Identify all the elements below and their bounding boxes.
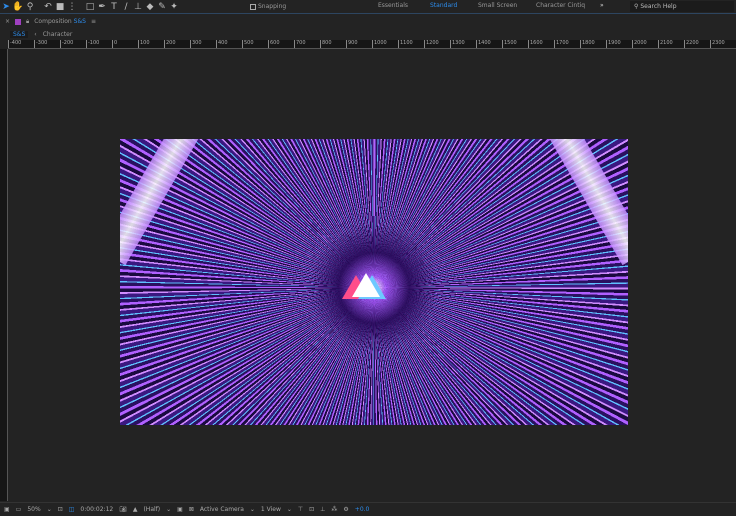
light-beam-left	[120, 139, 211, 266]
workspace-essentials[interactable]: Essentials	[378, 2, 408, 9]
fast-previews-icon[interactable]: ⊡	[309, 506, 314, 513]
ruler-tick-label: 1100	[398, 40, 413, 48]
show-channel-icon[interactable]: ▲	[133, 506, 138, 513]
camera-select[interactable]: Active Camera	[200, 506, 244, 513]
workspace-character-cintiq[interactable]: Character Cintiq	[536, 2, 585, 9]
ruler-tick-label: 900	[346, 40, 358, 48]
pan-behind-tool-icon[interactable]: ⋮	[66, 1, 78, 13]
tools-panel: ➤ ✋ ⚲ ↶ ■ ⋮ □ ✒ T / ⊥ ◆ ✎ ✦ Snapping Ess…	[0, 0, 736, 14]
zoom-tool-icon[interactable]: ⚲	[24, 1, 36, 13]
roto-brush-tool-icon[interactable]: ✎	[156, 1, 168, 13]
type-tool-icon[interactable]: T	[108, 1, 120, 13]
ruler-tick-label: 700	[294, 40, 306, 48]
light-beam-right	[537, 139, 628, 266]
brush-tool-icon[interactable]: /	[120, 1, 132, 13]
ruler-tick-label: -200	[60, 40, 73, 48]
close-panel-icon[interactable]: ×	[5, 18, 10, 25]
ruler-tick-label: 1700	[554, 40, 569, 48]
breadcrumb-arrow-icon: ‹	[34, 31, 37, 38]
ruler-tick-label: 1400	[476, 40, 491, 48]
workspace-small-screen[interactable]: Small Screen	[478, 2, 517, 9]
rotate-tool-icon[interactable]: ↶	[42, 1, 54, 13]
search-help-input[interactable]: ⚲ Search Help	[630, 1, 734, 12]
snapshot-icon[interactable]: 📷︎	[119, 506, 127, 513]
rectangle-tool-icon[interactable]: □	[84, 1, 96, 13]
clone-stamp-tool-icon[interactable]: ⊥	[132, 1, 144, 13]
ruler-tick-label: 2000	[632, 40, 647, 48]
comp-color-label	[15, 18, 22, 25]
panel-comp-name[interactable]: S&S	[74, 18, 86, 25]
ruler-tick-label: 2300	[710, 40, 725, 48]
ruler-tick-label: 100	[138, 40, 150, 48]
ruler-tick-label: -300	[34, 40, 47, 48]
snapping-checkbox[interactable]: Snapping	[250, 3, 286, 10]
ruler-tick-label: 600	[268, 40, 280, 48]
chevron-down-icon[interactable]: ⌄	[287, 506, 292, 513]
puppet-tool-icon[interactable]: ✦	[168, 1, 180, 13]
lock-icon[interactable]: 🔒︎	[26, 18, 29, 26]
ruler-tick-label: 1200	[424, 40, 439, 48]
snapping-label: Snapping	[258, 3, 287, 10]
workspace-standard[interactable]: Standard	[430, 2, 457, 9]
logo-triangle-white	[352, 273, 380, 297]
monitor-icon[interactable]: ▭	[16, 506, 22, 513]
ruler-tick-label: 1500	[502, 40, 517, 48]
safe-margins-icon[interactable]: ⊡	[58, 506, 63, 513]
ruler-tick-label: -100	[86, 40, 99, 48]
panel-menu-icon[interactable]: ≡	[91, 18, 96, 25]
ruler-tick-label: -400	[8, 40, 21, 48]
pen-tool-icon[interactable]: ✒	[96, 1, 108, 13]
ruler-tick-label: 2200	[684, 40, 699, 48]
ruler-tick-label: 400	[216, 40, 228, 48]
composition-tabs: S&S ‹ Character	[0, 29, 736, 40]
camera-tool-icon[interactable]: ■	[54, 1, 66, 13]
ruler-tick-label: 0	[112, 40, 117, 48]
ruler-tick-label: 1000	[372, 40, 387, 48]
ruler-tick-label: 300	[190, 40, 202, 48]
composition-frame[interactable]	[120, 139, 628, 425]
tab-s-and-s[interactable]: S&S	[10, 31, 29, 38]
current-time[interactable]: 0:00:02:12	[80, 506, 113, 513]
resolution-select[interactable]: (Half)	[143, 506, 160, 513]
ruler-tick-label: 2100	[658, 40, 673, 48]
always-preview-icon[interactable]: ▣	[4, 506, 10, 513]
view-layout-select[interactable]: 1 View	[261, 506, 281, 513]
composition-panel-header: × 🔒︎ Composition S&S ≡	[0, 15, 736, 28]
toggle-pixel-aspect-icon[interactable]: ⊤	[298, 506, 303, 513]
viewer-bottom-bar: ▣ ▭ 50% ⌄ ⊡ ◫ 0:00:02:12 📷︎ ▲ (Half) ⌄ ▣…	[0, 502, 736, 516]
exposure-value[interactable]: +0.0	[355, 506, 370, 513]
checkbox-icon	[250, 3, 256, 10]
horizontal-ruler[interactable]: -400 -300 -200 -100 0 100 200 300 400 500 600 700 80…	[8, 40, 736, 49]
ruler-tick-label: 500	[242, 40, 254, 48]
settings-icon[interactable]: ⚙	[343, 506, 348, 513]
chevron-down-icon[interactable]: ⌄	[250, 506, 255, 513]
selection-tool-icon[interactable]: ➤	[0, 1, 12, 13]
mask-visibility-icon[interactable]: ◫	[69, 506, 75, 513]
hand-tool-icon[interactable]: ✋	[12, 1, 24, 13]
region-of-interest-icon[interactable]: ▣	[177, 506, 183, 513]
ruler-tick-label: 1900	[606, 40, 621, 48]
search-placeholder: Search Help	[640, 3, 677, 10]
chevron-down-icon[interactable]: ⌄	[166, 506, 171, 513]
eraser-tool-icon[interactable]: ◆	[144, 1, 156, 13]
panel-title: Composition	[34, 18, 72, 25]
ruler-tick-label: 1600	[528, 40, 543, 48]
ruler-tick-label: 1300	[450, 40, 465, 48]
timeline-icon[interactable]: ⊥	[320, 506, 325, 513]
vertical-ruler[interactable]	[0, 49, 8, 501]
ruler-tick-label: 200	[164, 40, 176, 48]
magnification-select[interactable]: 50%	[27, 506, 40, 513]
more-workspaces-icon[interactable]: »	[600, 2, 604, 9]
flowchart-icon[interactable]: ⁂	[331, 506, 337, 513]
chevron-down-icon[interactable]: ⌄	[47, 506, 52, 513]
tab-character[interactable]: Character	[43, 31, 73, 38]
ruler-tick-label: 800	[320, 40, 332, 48]
transparency-grid-icon[interactable]: ⊠	[189, 506, 194, 513]
ruler-tick-label: 1800	[580, 40, 595, 48]
